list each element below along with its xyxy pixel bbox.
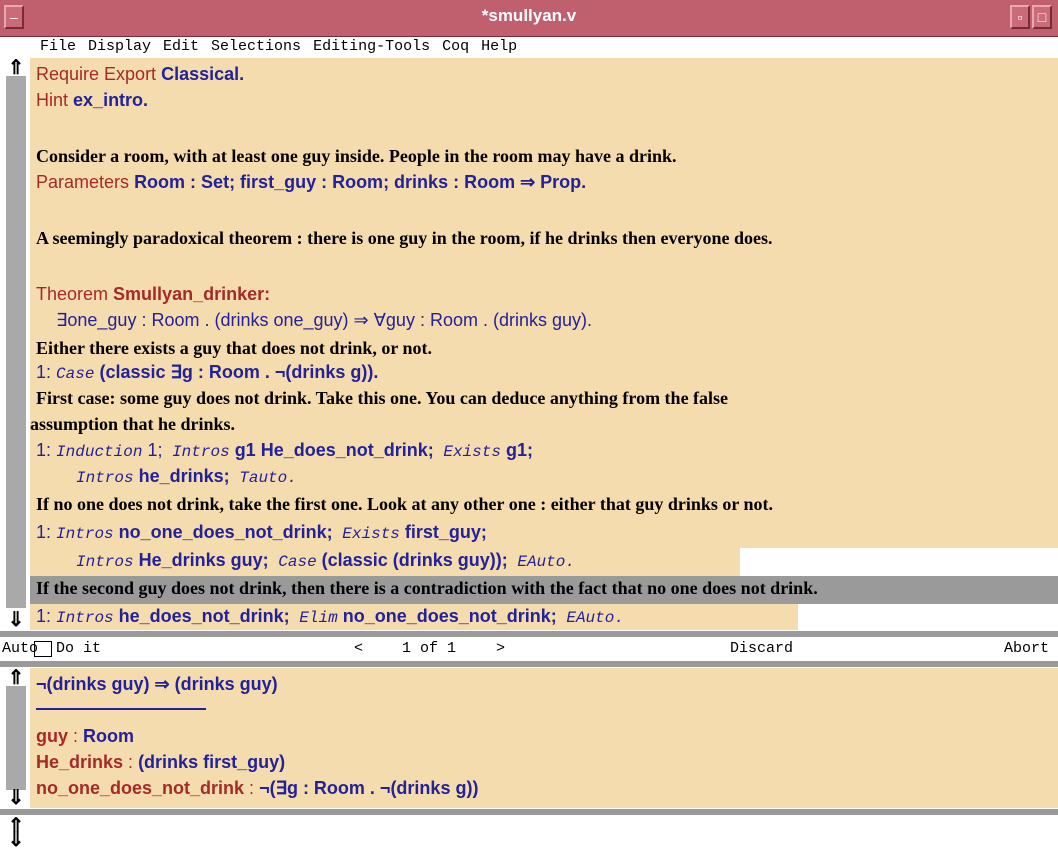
code-line: Parameters Room : Set; first_guy : Room;… [36,172,587,192]
code-line: Require Export Classical. [36,64,245,84]
tactic-line: 1: Intros he_does_not_drink; Elim no_one… [36,606,624,627]
divider [0,661,1058,667]
menu-coq[interactable]: Coq [436,37,475,57]
title-bar: – *smullyan.v ▫ □ [0,0,1058,37]
control-bar: Auto Do it < 1 of 1 > Discard Abort [0,638,1058,660]
scroll-up-arrow-icon[interactable]: ⇑ [4,668,28,688]
theorem-statement: ∃one_guy : Room . (drinks one_guy) ⇒ ∀gu… [56,310,592,330]
editor-scrollbar-track[interactable] [6,76,26,608]
tactic-line: 1: Intros no_one_does_not_drink; Exists … [36,522,487,543]
code-line: Hint ex_intro. [36,90,149,110]
scroll-down-arrow-icon[interactable]: ⇓ [4,830,28,850]
scroll-up-arrow-icon[interactable]: ⇑ [4,58,28,78]
menu-bar: File Display Edit Selections Editing-Tools Co… [0,37,1058,57]
auto-label: Auto [2,640,39,657]
tactic-line: Intros He_drinks guy; Case (classic (dri… [76,550,575,571]
menu-help[interactable]: Help [475,37,523,57]
page-indicator: 1 of 1 [402,640,457,657]
goals-scrollbar-track[interactable] [6,686,26,790]
tactic-line: Intros he_drinks; Tauto. [76,466,297,487]
maximize-button[interactable]: □ [1032,5,1052,29]
tactic-line: 1: Case (classic ∃g : Room . ¬(drinks g)… [36,362,379,383]
scroll-down-arrow-icon[interactable]: ⇓ [4,610,28,630]
goal-conclusion: ¬(drinks guy) ⇒ (drinks guy) [36,674,278,694]
goals-panel: ¬(drinks guy) ⇒ (drinks guy) guy : Room … [30,668,1058,808]
menu-editing-tools[interactable]: Editing-Tools [307,37,436,57]
window-title: *smullyan.v [481,6,577,25]
comment-line: Either there exists a guy that does not … [36,338,433,358]
comment-line: assumption that he drinks. [30,414,236,434]
hypothesis: no_one_does_not_drink : ¬(∃g : Room . ¬(… [36,778,479,798]
bottom-scrollbar[interactable]: ⇑ ⇓ [0,816,30,850]
minimize-button[interactable]: ▫ [1010,5,1030,29]
editor-scrollbar[interactable]: ⇑ ⇓ [0,58,30,630]
comment-line: Consider a room, with at least one guy i… [36,146,677,166]
code-line: Theorem Smullyan_drinker: [36,284,271,304]
divider [0,809,1058,815]
hypothesis: guy : Room [36,726,135,746]
goals-scrollbar[interactable]: ⇑ ⇓ [0,668,30,808]
goal-separator [36,708,206,710]
comment-line: If the second guy does not drink, then t… [36,578,818,598]
menu-selections[interactable]: Selections [205,37,307,57]
hypothesis: He_drinks : (drinks first_guy) [36,752,286,772]
menu-file[interactable]: File [34,37,82,57]
comment-line: First case: some guy does not drink. Tak… [36,388,729,408]
comment-line: If no one does not drink, take the first… [36,494,774,514]
next-page-button[interactable]: > [496,638,505,660]
tactic-line: 1: Induction 1; Intros g1 He_does_not_dr… [36,440,533,461]
menu-display[interactable]: Display [82,37,157,57]
script-editor[interactable]: Require Export Classical. Hint ex_intro.… [30,58,1058,630]
comment-line: A seemingly paradoxical theorem : there … [36,228,773,248]
bottom-panel [30,816,1058,850]
do-it-button[interactable]: Do it [56,638,101,660]
menu-edit[interactable]: Edit [157,37,205,57]
abort-button[interactable]: Abort [1004,638,1049,660]
auto-checkbox[interactable] [34,641,52,657]
scroll-down-arrow-icon[interactable]: ⇓ [4,788,28,808]
discard-button[interactable]: Discard [730,638,793,660]
prev-page-button[interactable]: < [354,638,363,660]
divider [0,631,1058,637]
